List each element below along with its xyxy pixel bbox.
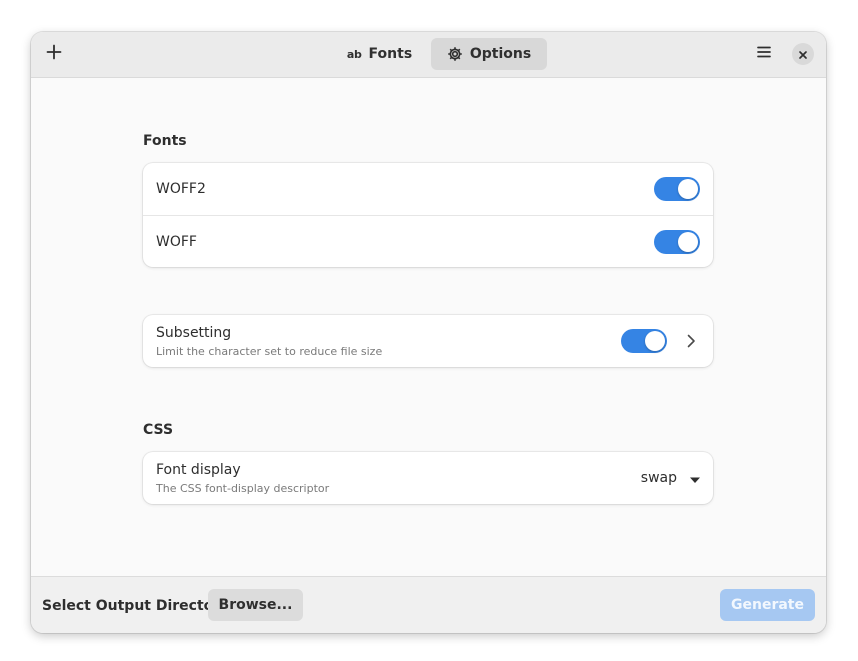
dropdown-arrow-icon [689,469,701,488]
bottom-bar: Select Output Directory Browse... Genera… [31,576,826,633]
woff-switch[interactable] [654,230,700,254]
generate-button[interactable]: Generate [720,589,815,621]
plus-icon [46,44,62,64]
chevron-right-icon [682,332,700,350]
subsetting-card: Subsetting Limit the character set to re… [143,315,713,367]
subsetting-switch[interactable] [621,329,667,353]
subsetting-title: Subsetting [156,324,232,341]
headerbar: ab Fonts Options [31,32,826,78]
font-display-dropdown[interactable]: swap [641,466,701,490]
css-section-title: CSS [143,422,174,438]
font-display-value: swap [640,470,677,486]
subsetting-subtitle: Limit the character set to reduce file s… [156,344,383,358]
woff2-switch[interactable] [654,177,700,201]
woff2-label: WOFF2 [156,181,206,197]
hamburger-menu-icon [756,44,772,64]
tab-options[interactable]: Options [431,38,547,70]
switch-knob [678,179,698,199]
switch-knob [678,232,698,252]
font-display-row[interactable]: Font display The CSS font-display descri… [143,452,713,504]
css-card: Font display The CSS font-display descri… [143,452,713,504]
woff-label: WOFF [156,233,197,250]
fonts-section-title: Fonts [143,133,187,149]
main-menu-button[interactable] [747,38,781,70]
output-directory-label: Select Output Directory [42,598,230,614]
list-item-woff2[interactable]: WOFF2 [143,163,713,215]
switch-knob [645,331,665,351]
subsetting-row[interactable]: Subsetting Limit the character set to re… [143,315,713,367]
add-button[interactable] [37,38,71,70]
font-display-title: Font display [156,461,241,478]
ab-text-icon: ab [346,47,362,61]
app-window: ab Fonts Options Fonts WOFF2 WOFF Subset… [31,32,826,633]
tab-options-label: Options [469,46,532,62]
gear-icon [447,46,463,62]
tab-fonts-label: Fonts [368,46,413,62]
close-icon [798,45,808,64]
list-item-woff[interactable]: WOFF [143,215,713,267]
fonts-list: WOFF2 WOFF [143,163,713,267]
browse-button[interactable]: Browse... [208,589,303,621]
close-button[interactable] [792,43,814,65]
tab-fonts[interactable]: ab Fonts [322,38,437,70]
font-display-subtitle: The CSS font-display descriptor [156,481,330,495]
